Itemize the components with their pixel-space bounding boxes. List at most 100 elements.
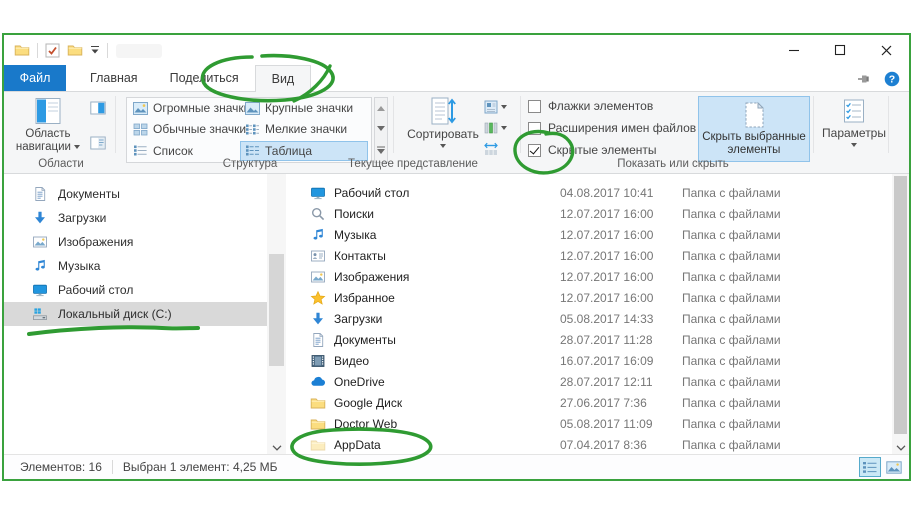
sidebar-item[interactable]: Локальный диск (C:) bbox=[4, 302, 267, 326]
layout-option[interactable]: Огромные значки bbox=[128, 98, 240, 118]
file-date-modified: 16.07.2017 16:09 bbox=[560, 354, 682, 368]
content-area: Документы Загрузки Изображения Музыка Ра… bbox=[4, 174, 909, 454]
layout-option[interactable]: Мелкие значки bbox=[240, 119, 368, 139]
file-row[interactable]: Контакты 12.07.2017 16:00 Папка с файлам… bbox=[286, 245, 892, 266]
file-row[interactable]: Рабочий стол 04.08.2017 10:41 Папка с фа… bbox=[286, 182, 892, 203]
file-row[interactable]: Музыка 12.07.2017 16:00 Папка с файлами bbox=[286, 224, 892, 245]
pin-ribbon-icon[interactable] bbox=[857, 73, 872, 85]
sort-by-button[interactable]: Сортировать bbox=[404, 96, 482, 148]
layout-option[interactable]: Обычные значки bbox=[128, 119, 240, 139]
layout-option-icon bbox=[245, 144, 260, 157]
file-row[interactable]: OneDrive 28.07.2017 12:11 Папка с файлам… bbox=[286, 371, 892, 392]
sidebar-item[interactable]: Рабочий стол bbox=[4, 278, 267, 302]
ribbon-checkbox[interactable]: Расширения имен файлов bbox=[528, 117, 696, 139]
filelist-scrollbar-thumb[interactable] bbox=[894, 176, 907, 434]
preview-pane-icon[interactable] bbox=[90, 101, 106, 115]
thumbnails-view-button[interactable] bbox=[883, 457, 905, 477]
sidebar-item[interactable]: Музыка bbox=[4, 254, 267, 278]
sidebar-item[interactable]: Загрузки bbox=[4, 206, 267, 230]
file-row[interactable]: Google Диск 27.06.2017 7:36 Папка с файл… bbox=[286, 392, 892, 413]
checkbox-icon[interactable] bbox=[528, 122, 541, 135]
layout-option[interactable]: Крупные значки bbox=[240, 98, 368, 118]
file-type: Папка с файлами bbox=[682, 375, 781, 389]
qat-chevron-icon[interactable] bbox=[90, 45, 100, 55]
details-view-button[interactable] bbox=[859, 457, 881, 477]
chevron-down-icon[interactable] bbox=[896, 445, 906, 451]
tab-home[interactable]: Главная bbox=[74, 65, 154, 91]
file-date-modified: 07.04.2017 8:36 bbox=[560, 438, 682, 452]
sidebar-scrollbar[interactable] bbox=[267, 174, 286, 454]
file-row[interactable]: Документы 28.07.2017 11:28 Папка с файла… bbox=[286, 329, 892, 350]
tab-view[interactable]: Вид bbox=[255, 65, 312, 92]
help-icon[interactable]: ? bbox=[884, 71, 900, 87]
file-row[interactable]: AppData 07.04.2017 8:36 Папка с файлами bbox=[286, 434, 892, 454]
file-type: Папка с файлами bbox=[682, 249, 781, 263]
sidebar-scrollbar-thumb[interactable] bbox=[269, 254, 284, 366]
folder-icon[interactable] bbox=[14, 42, 30, 58]
checkbox-check-icon[interactable] bbox=[45, 43, 60, 58]
size-columns-button[interactable] bbox=[483, 142, 499, 156]
gallery-scroll-up-icon[interactable] bbox=[377, 106, 385, 111]
file-type: Папка с файлами bbox=[682, 333, 781, 347]
explorer-window: Файл Главная Поделиться Вид ? Область на… bbox=[2, 33, 911, 481]
file-row[interactable]: Избранное 12.07.2017 16:00 Папка с файла… bbox=[286, 287, 892, 308]
sidebar-item-icon bbox=[32, 306, 48, 322]
file-type: Папка с файлами bbox=[682, 207, 781, 221]
ribbon-group-separator bbox=[393, 96, 394, 153]
file-row[interactable]: Загрузки 05.08.2017 14:33 Папка с файлам… bbox=[286, 308, 892, 329]
add-columns-button[interactable] bbox=[484, 121, 507, 135]
options-button[interactable]: Параметры bbox=[822, 98, 886, 147]
gallery-scroll-down-icon[interactable] bbox=[377, 126, 385, 131]
navigation-pane: Документы Загрузки Изображения Музыка Ра… bbox=[4, 174, 267, 454]
file-row[interactable]: Поиски 12.07.2017 16:00 Папка с файлами bbox=[286, 203, 892, 224]
checkbox-icon[interactable] bbox=[528, 144, 541, 157]
file-icon bbox=[310, 185, 326, 201]
layout-option-label: Мелкие значки bbox=[265, 122, 347, 136]
checkbox-icon[interactable] bbox=[528, 100, 541, 113]
tab-share[interactable]: Поделиться bbox=[154, 65, 255, 91]
chevron-down-icon[interactable] bbox=[272, 445, 282, 451]
show-hide-checkboxes: Флажки элементов Расширения имен файлов … bbox=[528, 95, 696, 161]
filelist-scrollbar[interactable] bbox=[892, 174, 909, 454]
sidebar-item-icon bbox=[32, 210, 48, 226]
file-name: Видео bbox=[334, 354, 560, 368]
minimize-button[interactable] bbox=[771, 35, 817, 65]
maximize-button[interactable] bbox=[817, 35, 863, 65]
file-date-modified: 12.07.2017 16:00 bbox=[560, 291, 682, 305]
file-row[interactable]: Видео 16.07.2017 16:09 Папка с файлами bbox=[286, 350, 892, 371]
close-button[interactable] bbox=[863, 35, 909, 65]
sidebar-item-icon bbox=[32, 186, 48, 202]
hide-selected-button[interactable]: Скрыть выбранные элементы bbox=[698, 96, 810, 162]
ribbon-checkbox[interactable]: Флажки элементов bbox=[528, 95, 696, 117]
layout-option-icon bbox=[133, 123, 148, 136]
hide-selected-icon bbox=[742, 101, 766, 129]
toolbar-separator bbox=[107, 43, 108, 58]
group-by-icon bbox=[484, 100, 498, 114]
file-name: Google Диск bbox=[334, 396, 560, 410]
file-name: Музыка bbox=[334, 228, 560, 242]
file-row[interactable]: Doctor Web 05.08.2017 11:09 Папка с файл… bbox=[286, 413, 892, 434]
file-icon bbox=[310, 248, 326, 264]
sort-label: Сортировать bbox=[407, 127, 479, 141]
file-icon bbox=[310, 416, 326, 432]
sidebar-item[interactable]: Документы bbox=[4, 182, 267, 206]
sidebar-item[interactable]: Изображения bbox=[4, 230, 267, 254]
gallery-more-icon[interactable] bbox=[377, 146, 385, 154]
dropdown-arrow-icon bbox=[851, 143, 857, 147]
navigation-pane-button[interactable]: Область навигации bbox=[12, 96, 84, 154]
file-list: Рабочий стол 04.08.2017 10:41 Папка с фа… bbox=[286, 174, 892, 454]
toolbar-separator bbox=[37, 43, 38, 58]
details-pane-icon[interactable] bbox=[90, 136, 106, 150]
gallery-scroll bbox=[374, 97, 388, 163]
file-row[interactable]: Изображения 12.07.2017 16:00 Папка с фай… bbox=[286, 266, 892, 287]
file-name: OneDrive bbox=[334, 375, 560, 389]
sidebar-item-label: Изображения bbox=[58, 235, 133, 249]
layout-option-label: Список bbox=[153, 144, 193, 158]
ribbon-group-separator bbox=[115, 96, 116, 153]
group-by-button[interactable] bbox=[484, 100, 507, 114]
folder-icon[interactable] bbox=[67, 42, 83, 58]
tab-file[interactable]: Файл bbox=[4, 65, 66, 91]
layout-option-label: Обычные значки bbox=[153, 122, 246, 136]
file-name: Поиски bbox=[334, 207, 560, 221]
file-type: Папка с файлами bbox=[682, 270, 781, 284]
